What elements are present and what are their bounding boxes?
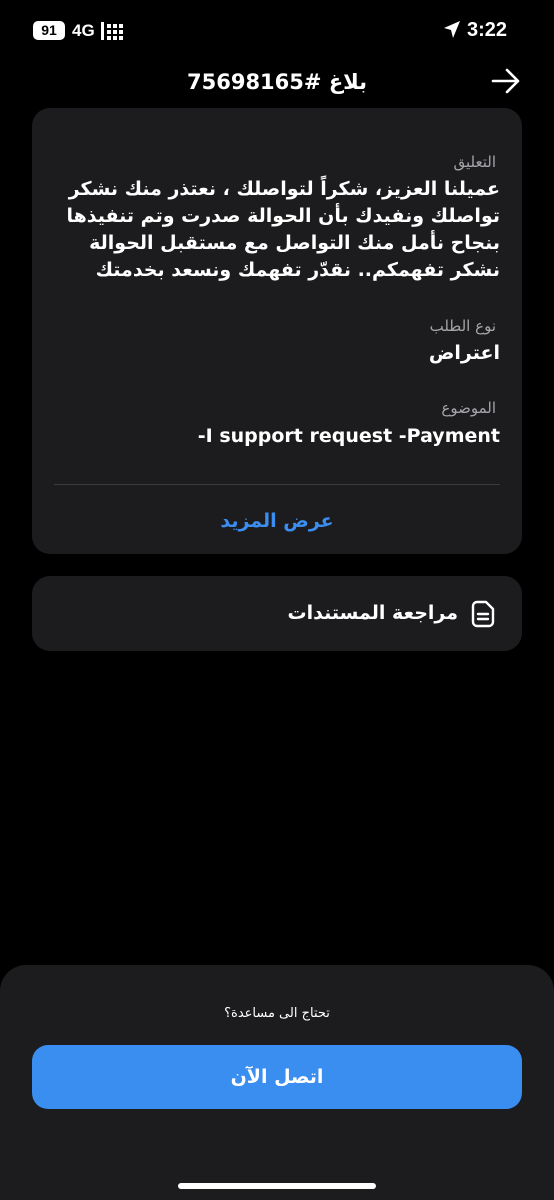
document-icon — [471, 600, 495, 628]
battery-indicator: 91 — [33, 21, 65, 40]
review-documents-button[interactable]: مراجعة المستندات — [32, 576, 522, 651]
comment-text: عميلنا العزيز، شكراً لتواصلك ، نعتذر منك… — [66, 178, 500, 281]
help-text: تحتاج الى مساعدة؟ — [224, 1006, 330, 1021]
subject-value: I support request -Payment- — [197, 425, 500, 447]
divider — [54, 484, 500, 485]
request-type-label: نوع الطلب — [429, 317, 496, 335]
screen: 91 4G 3:22 بلاغ #75698165 التعليق عميلنا… — [0, 0, 554, 1200]
show-more-link[interactable]: عرض المزيد — [32, 508, 522, 534]
status-bar: 91 4G 3:22 — [0, 0, 554, 62]
comment-label: التعليق — [453, 153, 496, 171]
review-documents-label: مراجعة المستندات — [287, 602, 458, 624]
help-bottom-sheet: تحتاج الى مساعدة؟ اتصل الآن — [0, 965, 554, 1200]
ticket-details-card: التعليق عميلنا العزيز، شكراً لتواصلك ، ن… — [32, 108, 522, 554]
page-title: بلاغ #75698165 — [187, 70, 367, 94]
request-type-value: اعتراض — [428, 342, 500, 364]
clock: 3:22 — [467, 19, 508, 41]
call-now-button[interactable]: اتصل الآن — [32, 1045, 522, 1109]
arrow-right-icon[interactable] — [491, 68, 521, 94]
home-indicator — [178, 1183, 376, 1189]
location-arrow-icon — [444, 21, 460, 38]
network-type: 4G — [72, 21, 95, 40]
subject-label: الموضوع — [441, 399, 496, 417]
signal-icon — [101, 22, 123, 40]
